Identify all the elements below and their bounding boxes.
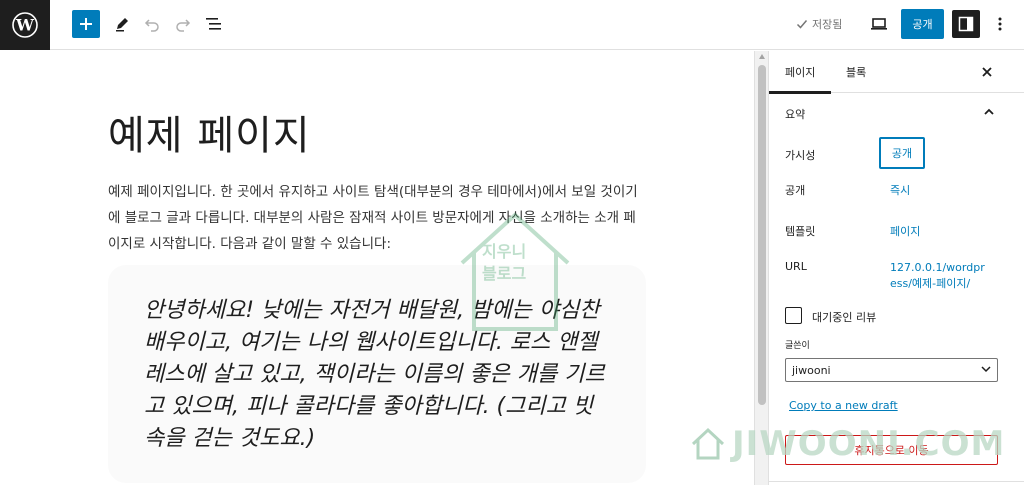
add-block-button[interactable] xyxy=(72,10,100,38)
desktop-preview-icon xyxy=(871,18,887,30)
scroll-thumb[interactable] xyxy=(758,65,766,405)
undo-button[interactable] xyxy=(142,14,162,34)
author-select[interactable]: jiwooni xyxy=(785,358,998,382)
divider xyxy=(769,481,1024,482)
publish-button[interactable]: 공개 xyxy=(901,9,944,39)
watermark-house-logo: 지우니 블로그 xyxy=(452,201,578,339)
saved-label: 저장됨 xyxy=(812,18,843,31)
settings-sidebar: 페이지 블록 요약 가시성 공개 공개 즉시 템플릿 페이지 URL 127.0… xyxy=(768,51,1024,485)
brand-watermark: JIWOONI.COM xyxy=(690,424,1005,464)
wordpress-logo-button[interactable]: W xyxy=(0,0,50,50)
svg-text:W: W xyxy=(15,16,35,35)
house-logo-icon xyxy=(691,427,725,460)
watermark-text: 지우니 블로그 xyxy=(482,241,526,285)
summary-label: 요약 xyxy=(785,108,806,121)
pending-review-label: 대기중인 리뷰 xyxy=(812,311,877,324)
editor-header: W 저장됨 공개 xyxy=(0,0,1024,50)
template-button[interactable]: 페이지 xyxy=(890,223,920,239)
author-label: 글쓴이 xyxy=(785,341,810,351)
publish-label: 공개 xyxy=(785,184,806,197)
editor-canvas: 예제 페이지 예제 페이지입니다. 한 곳에서 유지하고 사이트 탐색(대부분의… xyxy=(0,51,754,485)
chevron-up-icon xyxy=(984,108,994,115)
plus-icon xyxy=(80,18,92,30)
tools-button[interactable] xyxy=(112,14,132,34)
pencil-icon xyxy=(116,18,128,32)
summary-panel-toggle[interactable]: 요약 xyxy=(769,93,1024,133)
undo-icon xyxy=(144,19,159,32)
document-overview-button[interactable] xyxy=(204,14,224,34)
close-sidebar-button[interactable] xyxy=(981,63,993,82)
editor-scrollbar[interactable] xyxy=(754,51,768,485)
chevron-down-icon xyxy=(981,366,991,373)
visibility-button[interactable]: 공개 xyxy=(879,137,925,169)
tab-page[interactable]: 페이지 xyxy=(768,64,832,94)
brand-text: JIWOONI.COM xyxy=(732,424,1006,464)
sidebar-tabs: 페이지 블록 xyxy=(768,51,1024,94)
checkmark-icon xyxy=(796,20,808,29)
settings-toggle-button[interactable] xyxy=(952,10,980,38)
watermark-line1: 지우니 xyxy=(482,242,527,261)
redo-icon xyxy=(176,19,191,32)
url-button[interactable]: 127.0.0.1/wordpress/예제-페이지/ xyxy=(890,260,990,292)
author-value: jiwooni xyxy=(792,364,831,377)
watermark-line2: 블로그 xyxy=(482,264,527,283)
pending-review-checkbox[interactable] xyxy=(785,307,802,324)
more-vertical-icon xyxy=(998,17,1002,31)
scroll-up-arrow-icon[interactable] xyxy=(759,54,765,59)
template-label: 템플릿 xyxy=(785,225,816,238)
copy-draft-link[interactable]: Copy to a new draft xyxy=(789,399,898,412)
visibility-label: 가시성 xyxy=(785,149,816,162)
close-icon xyxy=(982,67,992,77)
list-view-icon xyxy=(206,18,221,30)
saved-status: 저장됨 xyxy=(796,16,842,32)
post-title[interactable]: 예제 페이지 xyxy=(108,103,311,161)
wordpress-icon: W xyxy=(12,12,38,38)
url-label: URL xyxy=(785,260,807,273)
publish-date-button[interactable]: 즉시 xyxy=(890,182,910,198)
sidebar-icon xyxy=(958,16,974,32)
preview-button[interactable] xyxy=(868,14,890,34)
redo-button[interactable] xyxy=(173,14,193,34)
page-content: 예제 페이지 예제 페이지입니다. 한 곳에서 유지하고 사이트 탐색(대부분의… xyxy=(0,51,754,485)
tab-block[interactable]: 블록 xyxy=(846,64,866,80)
options-button[interactable] xyxy=(992,14,1008,34)
